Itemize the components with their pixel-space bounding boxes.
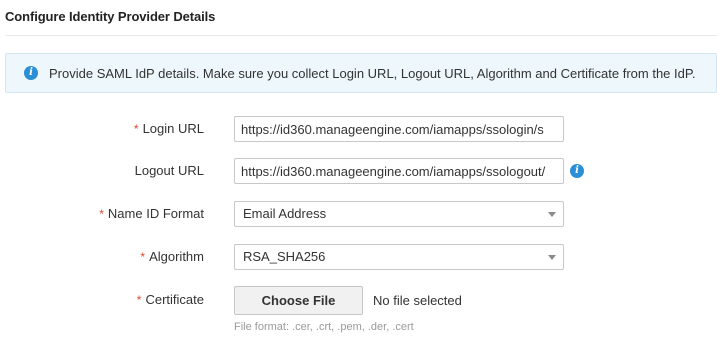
logout-url-row: Logout URL i <box>0 158 717 184</box>
name-id-format-value: Email Address <box>243 206 327 221</box>
algorithm-value: RSA_SHA256 <box>243 249 326 264</box>
required-marker: * <box>133 122 139 136</box>
file-status-text: No file selected <box>373 293 462 308</box>
certificate-row: * Certificate Choose File No file selecte… <box>0 286 717 315</box>
login-url-label-text: Login URL <box>142 121 204 136</box>
login-url-label: * Login URL <box>134 116 204 142</box>
idp-config-page: Configure Identity Provider Details i Pr… <box>0 0 717 350</box>
chevron-down-icon <box>548 255 556 260</box>
name-id-format-label: * Name ID Format <box>99 201 204 227</box>
choose-file-button[interactable]: Choose File <box>234 286 363 315</box>
logout-url-help-icon[interactable]: i <box>570 164 584 178</box>
algorithm-label: * Algorithm <box>140 244 204 270</box>
login-url-row: * Login URL <box>0 116 717 142</box>
info-icon: i <box>24 66 38 80</box>
algorithm-row: * Algorithm RSA_SHA256 <box>0 244 717 270</box>
title-divider <box>5 35 717 36</box>
algorithm-select[interactable]: RSA_SHA256 <box>234 244 564 270</box>
certificate-label: * Certificate <box>137 287 204 313</box>
file-format-hint: File format: .cer, .crt, .pem, .der, .ce… <box>234 321 414 333</box>
chevron-down-icon <box>548 212 556 217</box>
name-id-format-row: * Name ID Format Email Address <box>0 201 717 227</box>
info-banner: i Provide SAML IdP details. Make sure yo… <box>5 53 717 93</box>
name-id-format-label-text: Name ID Format <box>107 206 204 221</box>
logout-url-label-text: Logout URL <box>134 163 204 178</box>
login-url-input[interactable] <box>234 116 564 142</box>
required-marker: * <box>140 250 146 264</box>
certificate-label-text: Certificate <box>145 292 204 307</box>
algorithm-label-text: Algorithm <box>149 249 204 264</box>
required-marker: * <box>99 207 104 221</box>
logout-url-input[interactable] <box>234 158 564 184</box>
logout-url-label: Logout URL <box>135 158 204 184</box>
info-banner-text: Provide SAML IdP details. Make sure you … <box>49 65 696 81</box>
section-title: Configure Identity Provider Details <box>5 9 216 24</box>
required-marker: * <box>136 293 142 307</box>
name-id-format-select[interactable]: Email Address <box>234 201 564 227</box>
